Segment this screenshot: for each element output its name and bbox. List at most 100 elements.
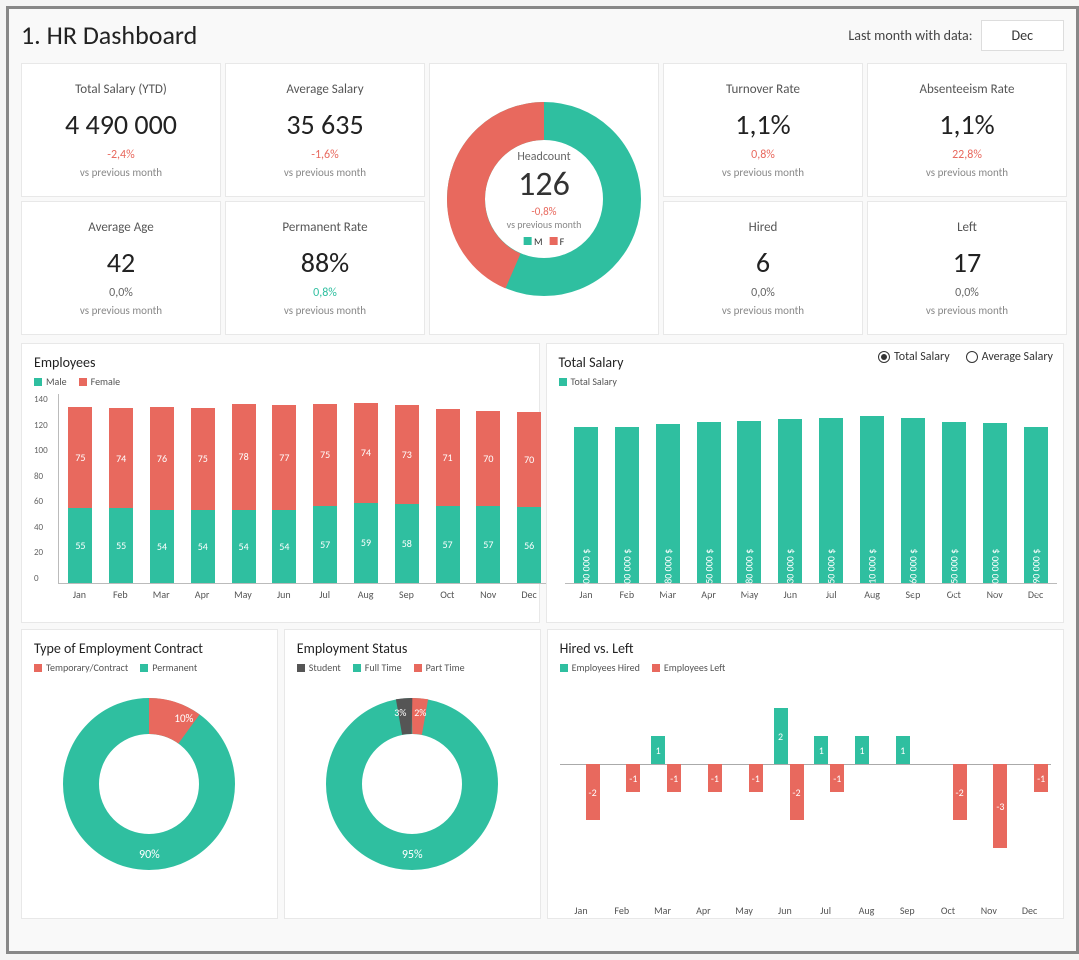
legend-f: F [560,235,565,248]
kpi-delta: -2,4% [107,148,134,162]
contract-panel: Type of Employment Contract Temporary/Co… [21,629,278,919]
slice-label: 95% [402,848,423,862]
kpi-value: 1,1% [735,107,790,142]
hired-left-panel: Hired vs. Left Employees Hired Employees… [547,629,1064,919]
kpi-absenteeism: Absenteeism Rate 1,1% 22,8% vs previous … [867,63,1067,197]
employees-bars: 7555745576547554785477547557745973587157… [58,394,551,584]
y-axis: 020406080100120140 [34,394,48,584]
kpi-delta: 0,8% [751,148,775,162]
headcount-value: 126 [507,164,582,205]
kpi-label: Average Age [88,220,153,235]
salary-bars: 4 500 000 $4 500 000 $4 580 000 $4 650 0… [565,394,1058,584]
radio-icon [966,351,978,363]
kpi-note: vs previous month [926,304,1008,317]
square-icon [559,378,567,386]
header: 1. HR Dashboard Last month with data: De… [21,19,1064,51]
kpi-note: vs previous month [284,166,366,179]
legend-label: Student [309,661,341,674]
month-filter: Last month with data: Dec [848,20,1064,51]
kpi-value: 35 635 [286,107,363,142]
kpi-value: 17 [953,245,981,280]
legend-m: M [534,235,543,248]
dashboard-frame: 1. HR Dashboard Last month with data: De… [6,6,1079,954]
legend-label: Employees Left [664,661,725,674]
month-select[interactable]: Dec [981,20,1065,51]
square-icon [297,664,305,672]
kpi-avg-age: Average Age 42 0,0% vs previous month [21,201,221,335]
kpi-grid: Total Salary (YTD) 4 490 000 -2,4% vs pr… [21,63,1064,335]
kpi-label: Hired [749,220,778,235]
kpi-note: vs previous month [284,304,366,317]
square-icon [353,664,361,672]
hired-left-bars: -2-11-1-1-12-21-111-2-3-1 [560,704,1051,864]
panel-title: Type of Employment Contract [34,640,265,657]
slice-label: 90% [139,848,160,862]
kpi-label: Average Salary [286,82,363,97]
square-icon [34,378,42,386]
headcount-note: vs previous month [507,218,582,231]
legend-label: Male [46,375,67,388]
radio-label: Total Salary [894,350,950,364]
donut-center: Headcount 126 -0,8% vs previous month M … [507,150,582,248]
kpi-value: 1,1% [939,107,994,142]
radio-label: Average Salary [982,350,1053,364]
legend: Student Full Time Part Time [297,661,528,674]
kpi-label: Total Salary (YTD) [75,82,167,97]
kpi-note: vs previous month [722,166,804,179]
legend: Employees Hired Employees Left [560,661,1051,674]
radio-total-salary[interactable]: Total Salary [878,350,950,364]
kpi-note: vs previous month [926,166,1008,179]
kpi-total-salary: Total Salary (YTD) 4 490 000 -2,4% vs pr… [21,63,221,197]
legend: Total Salary [559,375,1052,388]
square-icon [79,378,87,386]
salary-radio-group: Total Salary Average Salary [878,350,1053,364]
legend-label: Permanent [152,661,197,674]
kpi-note: vs previous month [80,304,162,317]
headcount-label: Headcount [507,150,582,164]
kpi-delta: 22,8% [952,148,982,162]
slice-label: 10% [174,712,193,725]
headcount-donut: Headcount 126 -0,8% vs previous month M … [429,63,659,335]
category-axis: JanFebMarAprMayJunJulAugSepOctNovDec [560,904,1051,917]
square-icon [549,237,557,245]
square-icon [140,664,148,672]
page-title: 1. HR Dashboard [21,19,197,51]
kpi-delta: 0,8% [313,286,337,300]
slice-label: 2% [414,706,426,719]
kpi-value: 42 [107,245,135,280]
kpi-delta: 0,0% [751,286,775,300]
legend-label: Female [91,375,120,388]
legend-label: Total Salary [571,375,617,388]
kpi-value: 6 [756,245,770,280]
kpi-value: 4 490 000 [65,107,177,142]
middle-row: Employees Male Female 020406080100120140… [21,343,1064,623]
radio-average-salary[interactable]: Average Salary [966,350,1053,364]
radio-icon [878,351,890,363]
kpi-value: 88% [301,245,349,280]
legend-label: Employees Hired [572,661,640,674]
legend-label: Temporary/Contract [46,661,128,674]
category-axis: JanFebMarAprMayJunJulAugSepOctNovDec [565,588,1058,601]
kpi-left: Left 17 0,0% vs previous month [867,201,1067,335]
legend-label: Part Time [426,661,465,674]
donut-chart-icon [322,694,502,874]
legend: Male Female [34,375,527,388]
kpi-label: Left [957,220,977,235]
kpi-delta: 0,0% [955,286,979,300]
employees-panel: Employees Male Female 020406080100120140… [21,343,540,623]
salary-panel: Total Salary Total Salary Average Salary… [546,343,1065,623]
kpi-note: vs previous month [722,304,804,317]
slice-label: 3% [394,706,406,719]
panel-title: Employment Status [297,640,528,657]
panel-title: Hired vs. Left [560,640,1051,657]
kpi-hired: Hired 6 0,0% vs previous month [663,201,863,335]
status-panel: Employment Status Student Full Time Part… [284,629,541,919]
kpi-label: Absenteeism Rate [920,82,1015,97]
legend-label: Full Time [365,661,402,674]
square-icon [560,664,568,672]
square-icon [414,664,422,672]
category-axis: JanFebMarAprMayJunJulAugSepOctNovDec [58,588,551,601]
kpi-delta: -1,6% [311,148,338,162]
kpi-permanent-rate: Permanent Rate 88% 0,8% vs previous mont… [225,201,425,335]
bottom-row: Type of Employment Contract Temporary/Co… [21,629,1064,919]
